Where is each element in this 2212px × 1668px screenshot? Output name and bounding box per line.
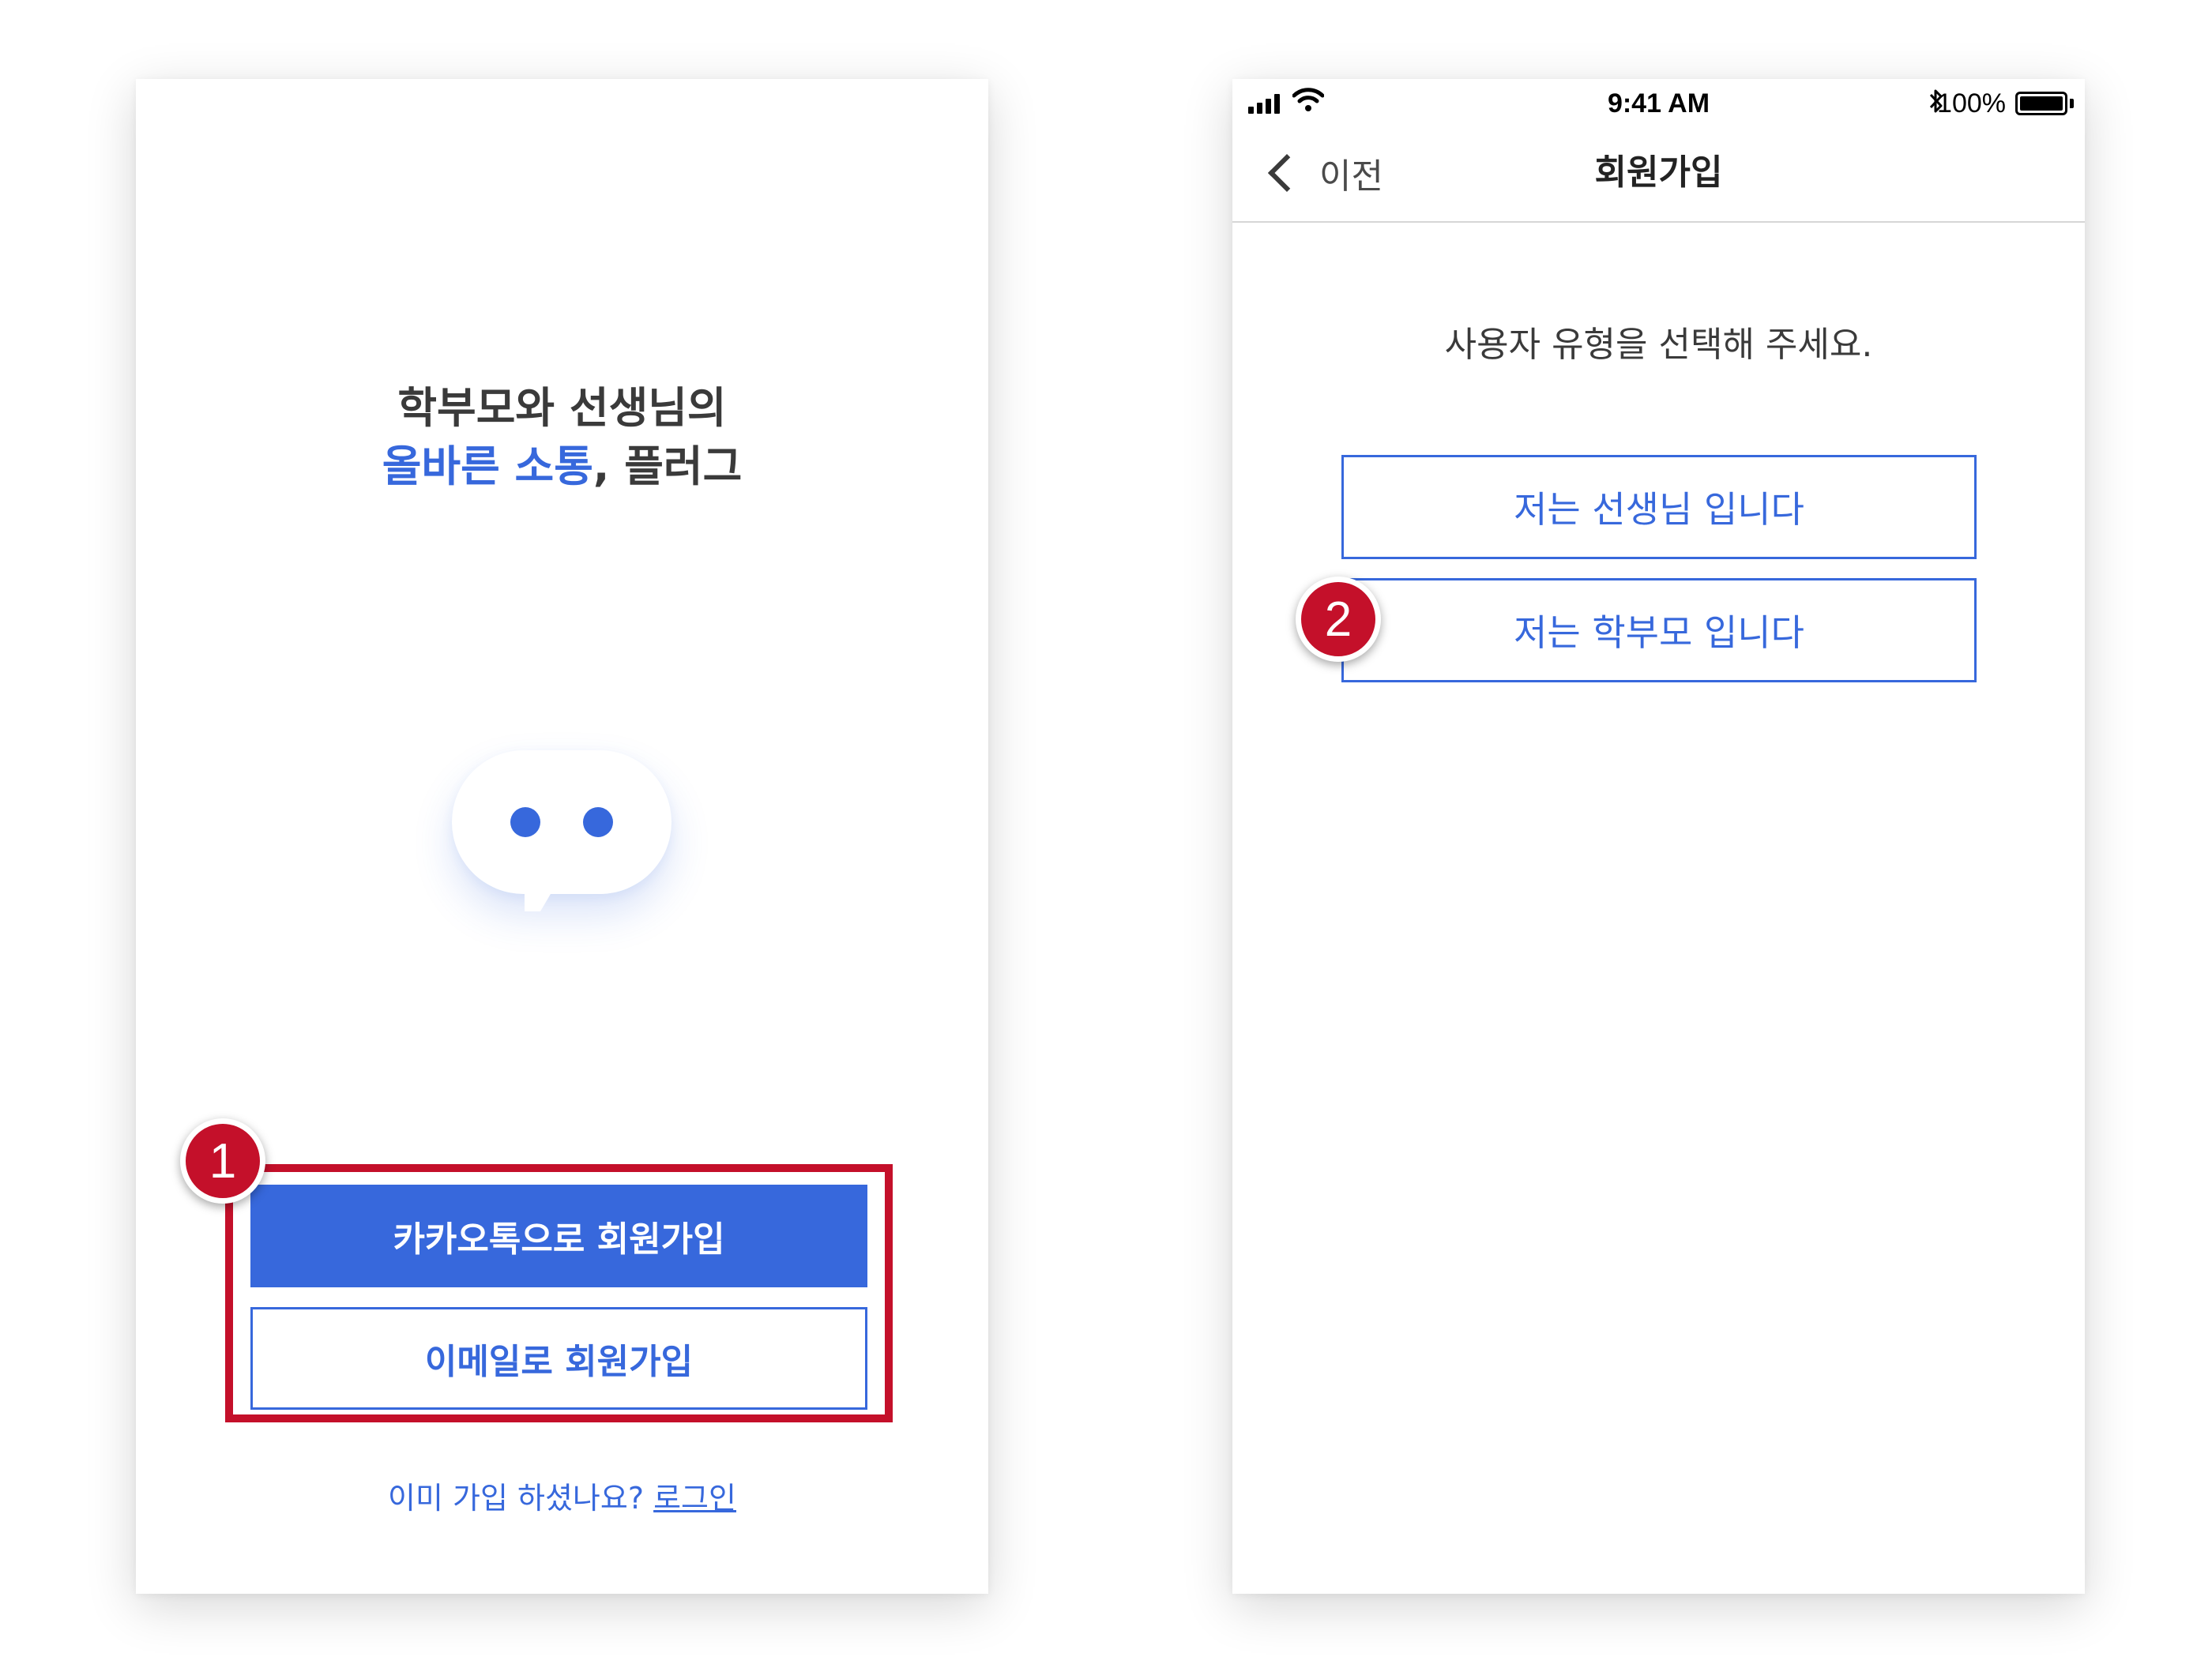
chat-dot-right (583, 807, 613, 837)
battery-icon (2015, 92, 2067, 115)
user-type-prompt: 사용자 유형을 선택해 주세요. (1444, 325, 1873, 365)
login-prompt: 이미 가입 하셨나요? 로그인 (136, 1474, 988, 1517)
login-link[interactable]: 로그인 (653, 1481, 736, 1516)
user-type-screen: 9:41 AM 100% 이전 회원가입 사용자 유형을 선택해 주세요. 저는… (1232, 79, 2085, 1594)
chat-bubble-tail (525, 885, 556, 911)
signup-method-screen: 학부모와 선생님의 올바른 소통, 플러그 카카오톡으로 회원가입 이메일로 회… (136, 79, 988, 1594)
step-marker-1: 1 (180, 1118, 265, 1204)
kakao-signup-button[interactable]: 카카오톡으로 회원가입 (250, 1185, 867, 1287)
battery-cap (2070, 99, 2074, 108)
step-marker-2: 2 (1296, 577, 1381, 662)
tagline-highlight: 올바른 소통 (382, 441, 593, 491)
status-bar: 9:41 AM 100% (1232, 79, 2085, 130)
page-title: 회원가입 (1594, 152, 1723, 193)
tagline-rest: , 플러그 (592, 441, 743, 491)
tagline-line2: 올바른 소통, 플러그 (136, 438, 988, 496)
email-signup-button[interactable]: 이메일로 회원가입 (250, 1307, 867, 1410)
chat-dot-left (510, 807, 540, 837)
login-prompt-text: 이미 가입 하셨나요? (388, 1481, 654, 1516)
battery-percent: 100% (1937, 88, 2006, 118)
tagline-line1: 학부모와 선생님의 (397, 383, 727, 433)
chat-bubble-icon (452, 750, 672, 911)
teacher-option-button[interactable]: 저는 선생님 입니다 (1341, 455, 1977, 559)
navigation-bar: 이전 회원가입 (1232, 130, 2085, 223)
parent-option-button[interactable]: 저는 학부모 입니다 (1341, 578, 1977, 682)
tagline: 학부모와 선생님의 올바른 소통, 플러그 (136, 379, 988, 496)
